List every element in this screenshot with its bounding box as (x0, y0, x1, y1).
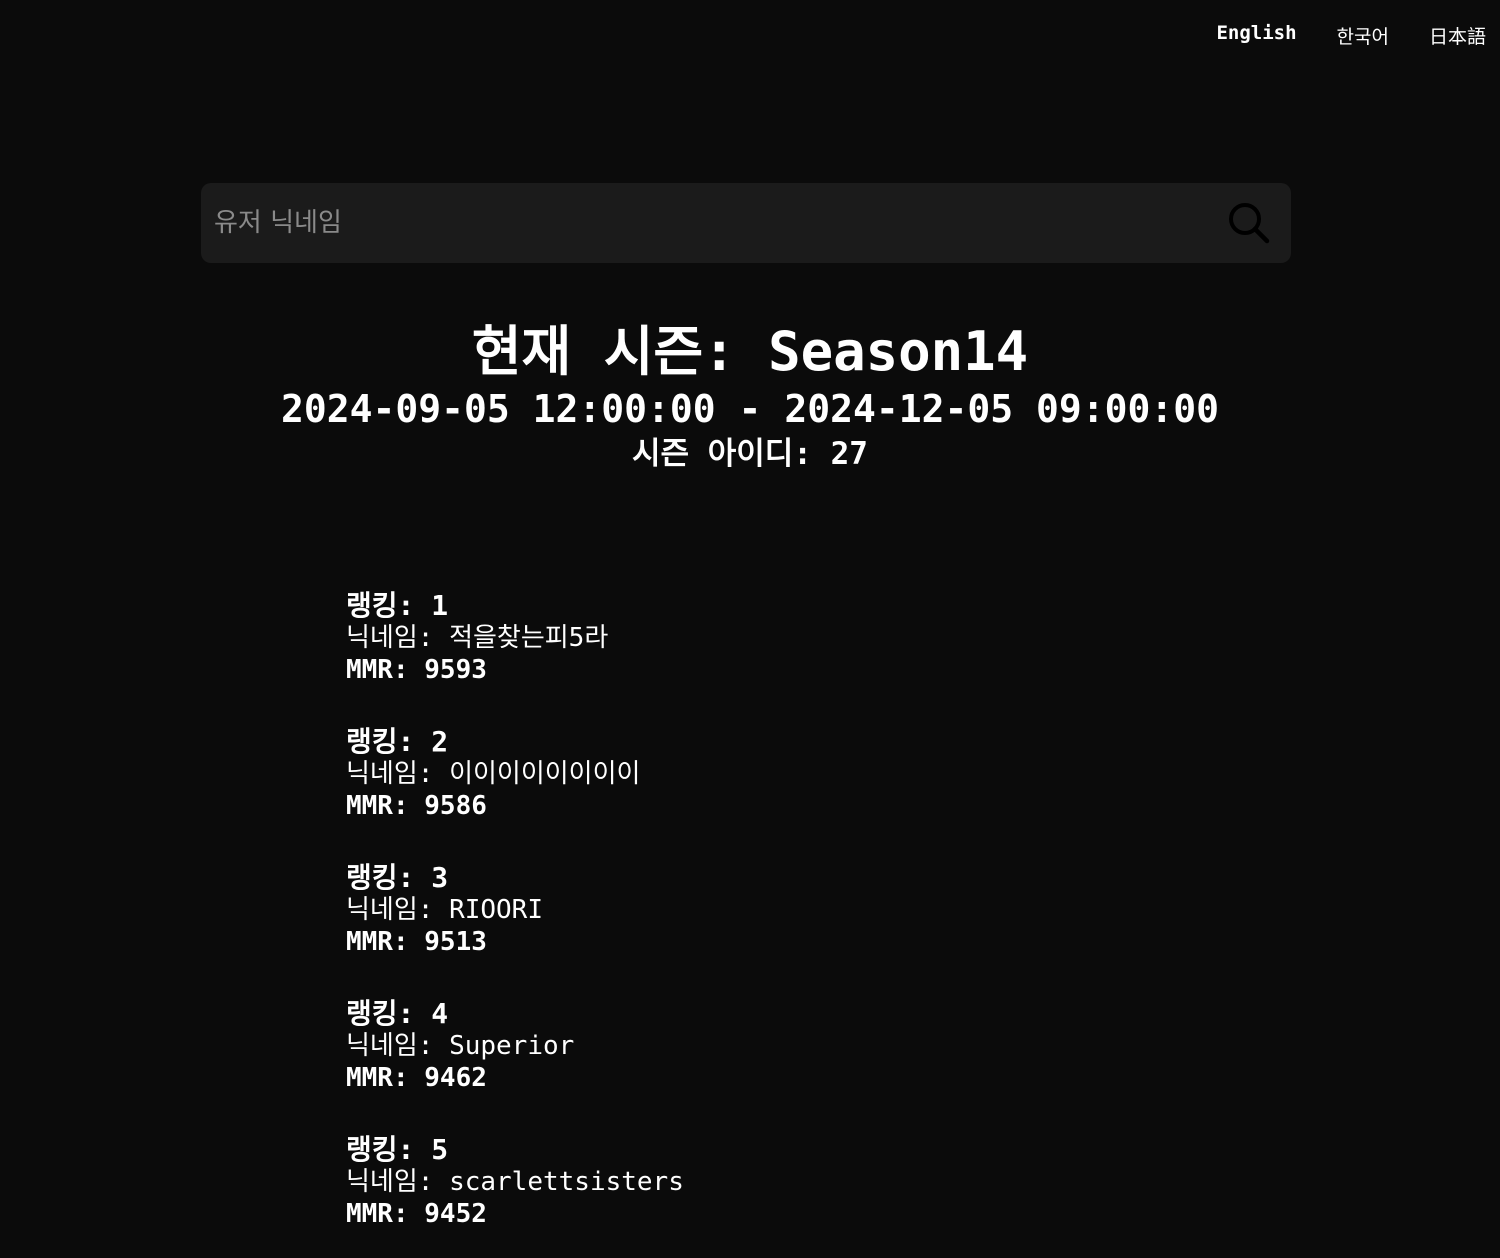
language-korean-link[interactable]: 한국어 (1337, 22, 1389, 49)
nickname-label: 닉네임: 이이이이이이이이 (346, 759, 641, 789)
ranking-page: English 한국어 日本語 현재 시즌: Season14 2024-09-… (0, 0, 1500, 1258)
rank-label: 랭킹: 2 (346, 725, 449, 758)
search-button[interactable] (1227, 201, 1271, 245)
ranking-item: 랭킹: 3 닉네임: RIOORI MMR: 9513 (346, 862, 684, 998)
season-title: 현재 시즌: Season14 (471, 320, 1029, 383)
rank-label: 랭킹: 1 (346, 589, 449, 622)
rank-label: 랭킹: 3 (346, 861, 449, 894)
season-header: 현재 시즌: Season14 2024-09-05 12:00:00 - 20… (0, 318, 1500, 474)
mmr-label: MMR: 9462 (346, 1063, 487, 1093)
ranking-item: 랭킹: 1 닉네임: 적을찾는피5라 MMR: 9593 (346, 590, 684, 726)
language-japanese-link[interactable]: 日本語 (1429, 22, 1486, 49)
search-icon (1229, 203, 1270, 244)
season-date-range: 2024-09-05 12:00:00 - 2024-12-05 09:00:0… (281, 387, 1219, 431)
nickname-label: 닉네임: RIOORI (346, 895, 543, 925)
ranking-list: 랭킹: 1 닉네임: 적을찾는피5라 MMR: 9593 랭킹: 2 닉네임: … (346, 590, 684, 1258)
mmr-label: MMR: 9586 (346, 791, 487, 821)
ranking-item: 랭킹: 2 닉네임: 이이이이이이이이 MMR: 9586 (346, 726, 684, 862)
nickname-label: 닉네임: Superior (346, 1031, 575, 1061)
nickname-label: 닉네임: scarlettsisters (346, 1167, 684, 1197)
rank-label: 랭킹: 5 (346, 1133, 449, 1166)
mmr-label: MMR: 9593 (346, 655, 487, 685)
mmr-label: MMR: 9452 (346, 1199, 487, 1229)
rank-label: 랭킹: 4 (346, 997, 449, 1030)
nickname-label: 닉네임: 적을찾는피5라 (346, 623, 609, 653)
language-english-link[interactable]: English (1216, 22, 1296, 49)
mmr-label: MMR: 9513 (346, 927, 487, 957)
ranking-item: 랭킹: 4 닉네임: Superior MMR: 9462 (346, 998, 684, 1134)
search-bar (201, 183, 1291, 263)
search-input[interactable] (201, 183, 1221, 263)
language-switcher: English 한국어 日本語 (1216, 22, 1486, 49)
ranking-item: 랭킹: 5 닉네임: scarlettsisters MMR: 9452 (346, 1134, 684, 1258)
season-id: 시즌 아이디: 27 (632, 436, 868, 472)
